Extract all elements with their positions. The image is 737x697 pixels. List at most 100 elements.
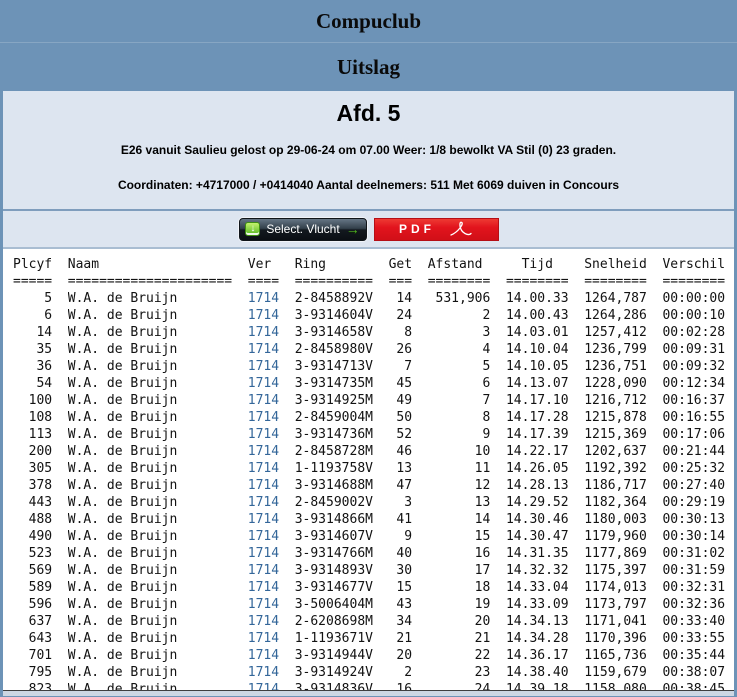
ver-link[interactable]: 1714 bbox=[248, 443, 279, 460]
cell-tijd: 14.32.32 bbox=[506, 562, 569, 579]
ver-link[interactable]: 1714 bbox=[248, 290, 279, 307]
ver-link[interactable]: 1714 bbox=[248, 579, 279, 596]
cell-naam: W.A. de Bruijn bbox=[68, 664, 232, 681]
cell-tijd: 14.31.35 bbox=[506, 545, 569, 562]
cell-afstand: 3 bbox=[428, 324, 491, 341]
cell-plcyf: 637 bbox=[13, 613, 52, 630]
cell-verschil: 00:32:31 bbox=[662, 579, 725, 596]
cell-ring: 1-1193671V bbox=[295, 630, 373, 647]
cell-plcyf: 6 bbox=[13, 307, 52, 324]
cell-plcyf: 589 bbox=[13, 579, 52, 596]
cell-naam: W.A. de Bruijn bbox=[68, 681, 232, 690]
select-vlucht-button[interactable]: ↓ Select. Vlucht → bbox=[239, 218, 367, 241]
cell-plcyf: 5 bbox=[13, 290, 52, 307]
cell-get: 46 bbox=[389, 443, 412, 460]
pdf-button[interactable]: PDF bbox=[374, 218, 499, 241]
ver-link[interactable]: 1714 bbox=[248, 596, 279, 613]
cell-plcyf: 200 bbox=[13, 443, 52, 460]
cell-plcyf: 490 bbox=[13, 528, 52, 545]
cell-get: 8 bbox=[389, 324, 412, 341]
cell-verschil: ======== bbox=[662, 273, 725, 290]
table-row: 596W.A. de Bruijn17143-5006404M431914.33… bbox=[13, 596, 734, 613]
cell-plcyf: ===== bbox=[13, 273, 52, 290]
table-separator-row: ========================================… bbox=[13, 273, 734, 290]
cell-afstand: 22 bbox=[428, 647, 491, 664]
cell-snelheid: 1264,787 bbox=[584, 290, 647, 307]
cell-ring: 3-9314925M bbox=[295, 392, 373, 409]
ver-link[interactable]: 1714 bbox=[248, 426, 279, 443]
cell-verschil: 00:00:10 bbox=[662, 307, 725, 324]
ver-link[interactable]: 1714 bbox=[248, 664, 279, 681]
cell-afstand: 12 bbox=[428, 477, 491, 494]
table-row: 523W.A. de Bruijn17143-9314766M401614.31… bbox=[13, 545, 734, 562]
ver-link[interactable]: 1714 bbox=[248, 545, 279, 562]
cell-afstand: 9 bbox=[428, 426, 491, 443]
ver-link[interactable]: 1714 bbox=[248, 613, 279, 630]
cell-get: 49 bbox=[389, 392, 412, 409]
ver-link[interactable]: 1714 bbox=[248, 647, 279, 664]
ver-link[interactable]: 1714 bbox=[248, 324, 279, 341]
table-row: 443W.A. de Bruijn17142-8459002V31314.29.… bbox=[13, 494, 734, 511]
cell-get: 15 bbox=[389, 579, 412, 596]
cell-afstand: 14 bbox=[428, 511, 491, 528]
cell-verschil: 00:29:19 bbox=[662, 494, 725, 511]
cell-afstand: 24 bbox=[428, 681, 491, 690]
cell-get: 24 bbox=[389, 307, 412, 324]
ver-link[interactable]: 1714 bbox=[248, 307, 279, 324]
cell-plcyf: 100 bbox=[13, 392, 52, 409]
cell-ring: Ring bbox=[295, 256, 373, 273]
cell-plcyf: 823 bbox=[13, 681, 52, 690]
cell-ring: 3-9314677V bbox=[295, 579, 373, 596]
ver-link[interactable]: 1714 bbox=[248, 392, 279, 409]
cell-naam: W.A. de Bruijn bbox=[68, 528, 232, 545]
cell-ver: Ver bbox=[248, 256, 279, 273]
cell-tijd: 14.28.13 bbox=[506, 477, 569, 494]
cell-tijd: 14.13.07 bbox=[506, 375, 569, 392]
ver-link[interactable]: 1714 bbox=[248, 511, 279, 528]
ver-link[interactable]: 1714 bbox=[248, 681, 279, 690]
cell-ring: 3-9314944V bbox=[295, 647, 373, 664]
cell-tijd: 14.22.17 bbox=[506, 443, 569, 460]
cell-naam: W.A. de Bruijn bbox=[68, 477, 232, 494]
cell-snelheid: 1175,397 bbox=[584, 562, 647, 579]
ver-link[interactable]: 1714 bbox=[248, 494, 279, 511]
cell-naam: W.A. de Bruijn bbox=[68, 324, 232, 341]
cell-snelheid: 1236,799 bbox=[584, 341, 647, 358]
cell-get: 21 bbox=[389, 630, 412, 647]
toolbar: ↓ Select. Vlucht → PDF bbox=[3, 211, 734, 247]
cell-snelheid: 1177,869 bbox=[584, 545, 647, 562]
cell-get: 14 bbox=[389, 290, 412, 307]
cell-verschil: 00:02:28 bbox=[662, 324, 725, 341]
cell-afstand: 7 bbox=[428, 392, 491, 409]
cell-verschil: 00:33:40 bbox=[662, 613, 725, 630]
ver-link[interactable]: 1714 bbox=[248, 341, 279, 358]
ver-link[interactable]: 1714 bbox=[248, 409, 279, 426]
cell-naam: W.A. de Bruijn bbox=[68, 511, 232, 528]
cell-afstand: 10 bbox=[428, 443, 491, 460]
cell-snelheid: Snelheid bbox=[584, 256, 647, 273]
cell-verschil: 00:31:02 bbox=[662, 545, 725, 562]
compuclub-results-page: Compuclub Uitslag Afd. 5 E26 vanuit Saul… bbox=[0, 0, 737, 697]
ver-link[interactable]: 1714 bbox=[248, 562, 279, 579]
ver-link[interactable]: 1714 bbox=[248, 528, 279, 545]
cell-ring: 2-8458728M bbox=[295, 443, 373, 460]
ver-link[interactable]: 1714 bbox=[248, 358, 279, 375]
cell-snelheid: 1170,396 bbox=[584, 630, 647, 647]
ver-link[interactable]: 1714 bbox=[248, 460, 279, 477]
cell-verschil: 00:31:59 bbox=[662, 562, 725, 579]
cell-afstand: 23 bbox=[428, 664, 491, 681]
cell-get: === bbox=[389, 273, 412, 290]
cell-plcyf: 108 bbox=[13, 409, 52, 426]
ver-link[interactable]: 1714 bbox=[248, 477, 279, 494]
cell-afstand: 4 bbox=[428, 341, 491, 358]
cell-ring: 3-9314604V bbox=[295, 307, 373, 324]
ver-link[interactable]: 1714 bbox=[248, 375, 279, 392]
flight-details-line: E26 vanuit Saulieu gelost op 29-06-24 om… bbox=[3, 143, 734, 158]
cell-ring: 3-9314836V bbox=[295, 681, 373, 690]
ver-link[interactable]: 1714 bbox=[248, 630, 279, 647]
cell-afstand: 11 bbox=[428, 460, 491, 477]
table-header-row: PlcyfNaamVerRingGetAfstandTijdSnelheidVe… bbox=[13, 256, 734, 273]
cell-naam: W.A. de Bruijn bbox=[68, 392, 232, 409]
cell-naam: W.A. de Bruijn bbox=[68, 460, 232, 477]
flight-info-panel: Afd. 5 E26 vanuit Saulieu gelost op 29-0… bbox=[3, 91, 734, 209]
